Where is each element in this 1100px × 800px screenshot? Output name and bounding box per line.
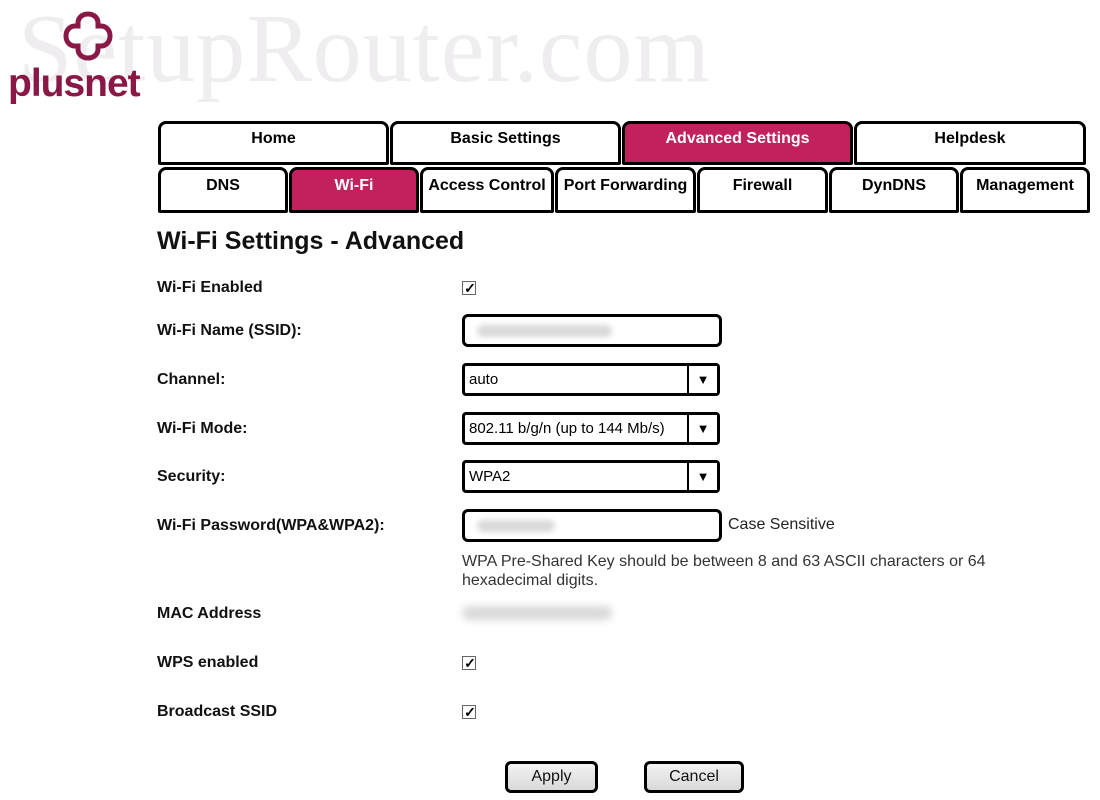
- plusnet-logo[interactable]: plusnet: [8, 10, 158, 105]
- redacted-ssid-value: [477, 325, 612, 337]
- tab-basic-settings[interactable]: Basic Settings: [390, 121, 621, 165]
- subtab-management[interactable]: Management: [960, 167, 1090, 213]
- channel-label: Channel:: [157, 371, 226, 388]
- ssid-input[interactable]: [462, 314, 722, 347]
- wifi-mode-value: 802.11 b/g/n (up to 144 Mb/s): [469, 420, 665, 437]
- chevron-down-icon: ▼: [687, 415, 717, 442]
- plusnet-flower-icon: [63, 11, 113, 61]
- broadcast-ssid-label: Broadcast SSID: [157, 703, 278, 720]
- chevron-down-icon: ▼: [687, 366, 717, 393]
- wifi-mode-select[interactable]: 802.11 b/g/n (up to 144 Mb/s) ▼: [462, 412, 720, 445]
- wps-enabled-checkbox[interactable]: ✓: [462, 655, 476, 671]
- channel-select[interactable]: auto ▼: [462, 363, 720, 396]
- wifi-password-label: Wi-Fi Password(WPA&WPA2):: [157, 517, 385, 534]
- chevron-down-icon: ▼: [687, 463, 717, 490]
- subtab-port-forwarding[interactable]: Port Forwarding: [555, 167, 696, 213]
- plusnet-wordmark: plusnet: [8, 62, 141, 105]
- subtab-wifi[interactable]: Wi-Fi: [289, 167, 419, 213]
- main-navigation: Home Basic Settings Advanced Settings He…: [158, 121, 1088, 165]
- tab-home[interactable]: Home: [158, 121, 389, 165]
- wifi-password-input[interactable]: [462, 509, 722, 542]
- redacted-mac-address-value: [462, 606, 612, 620]
- wifi-enabled-checkbox[interactable]: ✓: [462, 280, 476, 296]
- wps-enabled-label: WPS enabled: [157, 654, 259, 671]
- tab-helpdesk[interactable]: Helpdesk: [854, 121, 1086, 165]
- tab-advanced-settings[interactable]: Advanced Settings: [622, 121, 853, 165]
- advanced-subnavigation: DNS Wi-Fi Access Control Port Forwarding…: [158, 167, 1090, 213]
- subtab-dyndns[interactable]: DynDNS: [829, 167, 959, 213]
- security-select[interactable]: WPA2 ▼: [462, 460, 720, 493]
- apply-button[interactable]: Apply: [505, 761, 598, 793]
- channel-value: auto: [469, 371, 499, 388]
- case-sensitive-note: Case Sensitive: [728, 516, 835, 533]
- ssid-label: Wi-Fi Name (SSID):: [157, 322, 302, 339]
- security-value: WPA2: [469, 468, 511, 485]
- cancel-button[interactable]: Cancel: [644, 761, 744, 793]
- subtab-firewall[interactable]: Firewall: [697, 167, 828, 213]
- mac-address-label: MAC Address: [157, 605, 262, 622]
- subtab-dns[interactable]: DNS: [158, 167, 288, 213]
- checkmark-icon: ✓: [464, 655, 476, 671]
- password-hint: WPA Pre-Shared Key should be between 8 a…: [462, 553, 986, 589]
- checkmark-icon: ✓: [464, 280, 476, 296]
- checkmark-icon: ✓: [464, 704, 476, 720]
- broadcast-ssid-checkbox[interactable]: ✓: [462, 704, 476, 720]
- wifi-enabled-label: Wi-Fi Enabled: [157, 279, 263, 296]
- wifi-mode-label: Wi-Fi Mode:: [157, 420, 248, 437]
- page-title: Wi-Fi Settings - Advanced: [157, 227, 465, 255]
- redacted-password-value: [477, 520, 555, 532]
- security-label: Security:: [157, 468, 226, 485]
- subtab-access-control[interactable]: Access Control: [420, 167, 554, 213]
